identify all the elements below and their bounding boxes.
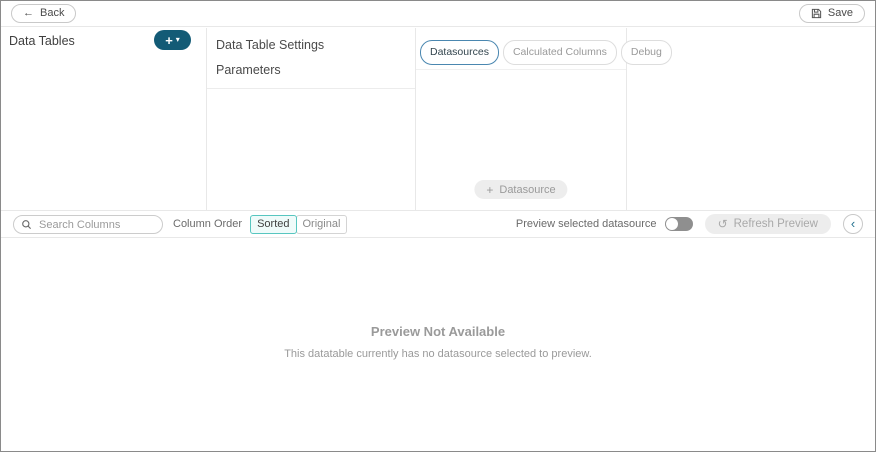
tab-debug[interactable]: Debug — [621, 40, 672, 65]
refresh-icon: ↺ — [718, 218, 728, 230]
order-sorted-button[interactable]: Sorted — [250, 215, 296, 234]
back-button-label: Back — [40, 8, 64, 19]
datasource-panel: Datasources Calculated Columns Debug + D… — [416, 28, 627, 210]
order-option-label: Original — [303, 219, 341, 230]
chevron-down-icon: ▾ — [176, 36, 180, 44]
tab-label: Datasources — [430, 47, 489, 58]
data-table-editor-window: ← Back Save Data Tables + ▾ Data Table S… — [0, 0, 876, 452]
plus-icon: + — [486, 184, 493, 196]
back-button[interactable]: ← Back — [11, 4, 76, 23]
datasource-tab-row: Datasources Calculated Columns Debug — [416, 28, 626, 70]
add-datasource-button[interactable]: + Datasource — [474, 180, 567, 199]
tab-calculated-columns[interactable]: Calculated Columns — [503, 40, 617, 65]
order-option-label: Sorted — [257, 219, 289, 230]
save-button[interactable]: Save — [799, 4, 865, 23]
refresh-preview-button[interactable]: ↺ Refresh Preview — [705, 214, 831, 234]
settings-item-parameters[interactable]: Parameters — [207, 57, 415, 82]
save-button-label: Save — [828, 8, 853, 19]
tab-datasources[interactable]: Datasources — [420, 40, 499, 65]
header-bar: ← Back Save — [1, 1, 875, 27]
column-order-segmented: Sorted Original — [250, 215, 347, 234]
tab-label: Calculated Columns — [513, 47, 607, 58]
preview-area: Preview Not Available This datatable cur… — [1, 238, 875, 451]
settings-item-label: Parameters — [216, 63, 281, 77]
add-datasource-label: Datasource — [499, 184, 555, 196]
settings-item-data-table-settings[interactable]: Data Table Settings — [207, 32, 415, 57]
save-icon — [811, 8, 822, 19]
settings-list: Data Table Settings Parameters — [207, 28, 415, 89]
column-order-label: Column Order — [173, 218, 242, 230]
order-original-button[interactable]: Original — [296, 215, 348, 234]
preview-message: This datatable currently has no datasour… — [1, 348, 875, 360]
data-tables-title: Data Tables — [9, 34, 75, 48]
tab-label: Debug — [631, 47, 662, 58]
columns-toolbar: Column Order Sorted Original Preview sel… — [1, 210, 875, 238]
chevron-left-icon: ‹ — [851, 217, 855, 230]
refresh-preview-label: Refresh Preview — [734, 218, 818, 230]
search-columns-wrap — [13, 215, 163, 234]
search-columns-input[interactable] — [13, 215, 163, 234]
collapse-panel-button[interactable]: ‹ — [843, 214, 863, 234]
preview-datasource-toggle[interactable] — [665, 217, 693, 231]
preview-title: Preview Not Available — [1, 324, 875, 339]
back-arrow-icon: ← — [23, 8, 34, 19]
add-data-table-button[interactable]: + ▾ — [154, 30, 191, 50]
settings-panel: Data Table Settings Parameters — [207, 28, 416, 210]
panels-row: Data Tables + ▾ Data Table Settings Para… — [1, 28, 875, 210]
toggle-knob — [666, 218, 678, 230]
preview-toggle-label: Preview selected datasource — [516, 218, 657, 230]
data-tables-panel: Data Tables + ▾ — [1, 28, 207, 210]
plus-icon: + — [165, 34, 173, 47]
settings-item-label: Data Table Settings — [216, 38, 324, 52]
